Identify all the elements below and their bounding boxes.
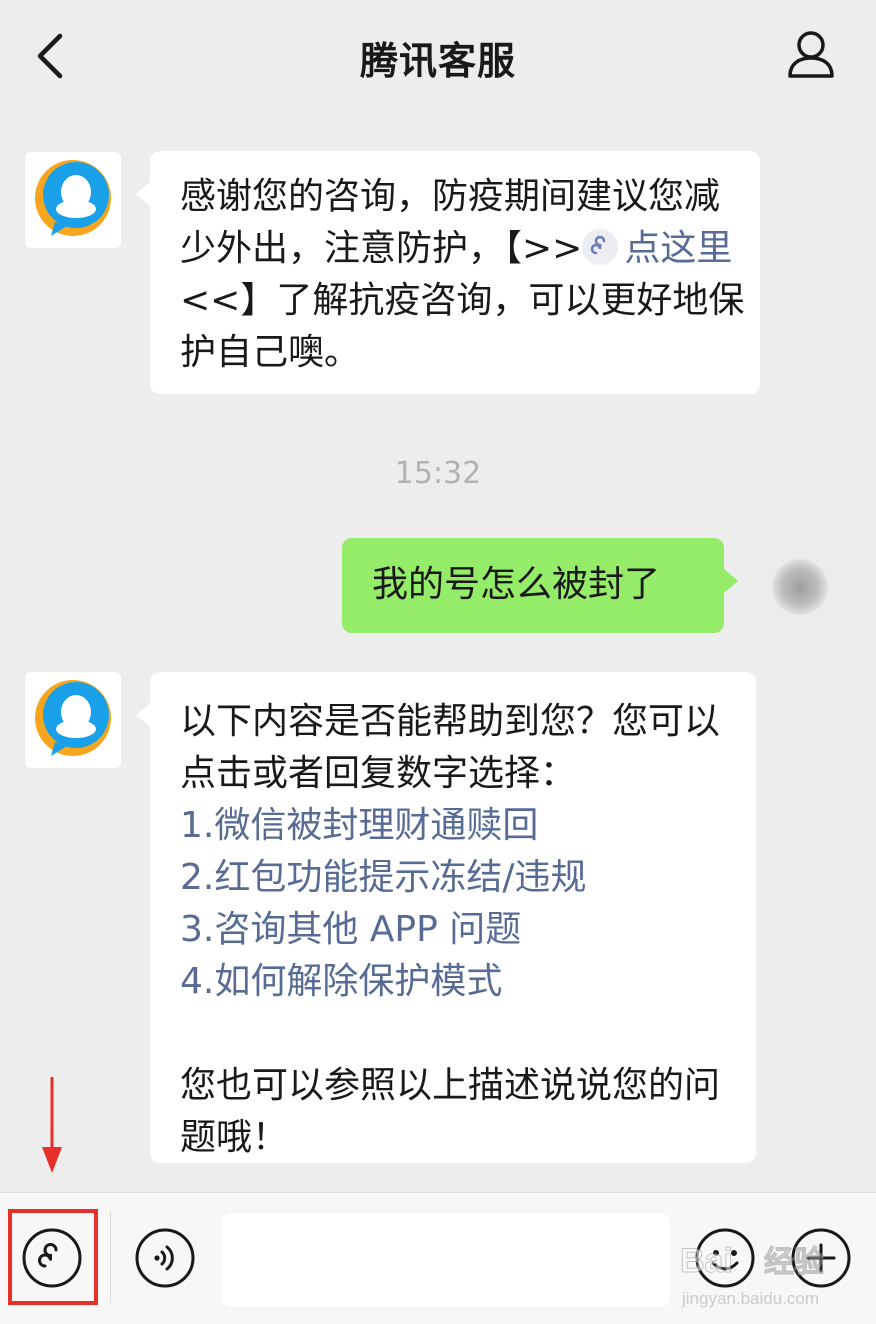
bot-avatar[interactable] [25,672,121,768]
divider [110,1211,111,1303]
user-profile-icon[interactable] [786,28,836,82]
bot-message-bubble: 以下内容是否能帮助到您？您可以点击或者回复数字选择： 1.微信被封理财通赎回 2… [136,672,756,1163]
annotation-highlight-box [8,1209,98,1305]
option-link-4[interactable]: 4.如何解除保护模式 [180,956,740,1008]
user-message-bubble: 我的号怎么被封了 [342,538,738,633]
message-outro-text: 您也可以参照以上描述说说您的问题哦！ [180,1065,721,1158]
chat-title: 腾讯客服 [359,39,516,83]
message-text: <<】了解抗疫咨询，可以更好地保护自己噢。 [180,280,745,373]
chat-header: 腾讯客服 [0,0,876,112]
message-timestamp: 15:32 [394,456,482,491]
message-input[interactable] [222,1213,670,1307]
user-avatar[interactable] [752,537,848,633]
bot-avatar[interactable] [25,152,121,248]
message-text: 我的号怎么被封了 [372,564,661,605]
watermark-url: jingyan.baidu.com [681,1289,819,1308]
annotation-arrow-icon [42,1077,62,1173]
baidu-jingyan-watermark: Bai 经验 jingyan.baidu.com [680,1242,825,1309]
click-here-link[interactable]: 点这里 [624,228,732,269]
watermark-brand: Bai [680,1242,733,1280]
bot-message-bubble: 感谢您的咨询，防疫期间建议您减少外出，注意防护，【>> 点这里<<】了解抗疫咨询，… [136,151,760,394]
voice-icon[interactable] [134,1227,196,1289]
qq-service-logo-icon [35,680,111,756]
message-intro-text: 以下内容是否能帮助到您？您可以点击或者回复数字选择： [180,701,721,794]
option-link-2[interactable]: 2.红包功能提示冻结/违规 [180,852,740,904]
blurred-avatar-image [772,559,828,615]
option-link-1[interactable]: 1.微信被封理财通赎回 [180,800,740,852]
qq-service-logo-icon [35,160,111,236]
option-link-3[interactable]: 3.咨询其他 APP 问题 [180,904,740,956]
mini-program-link-icon [582,229,619,265]
watermark-brand-2: 经验 [764,1245,824,1280]
